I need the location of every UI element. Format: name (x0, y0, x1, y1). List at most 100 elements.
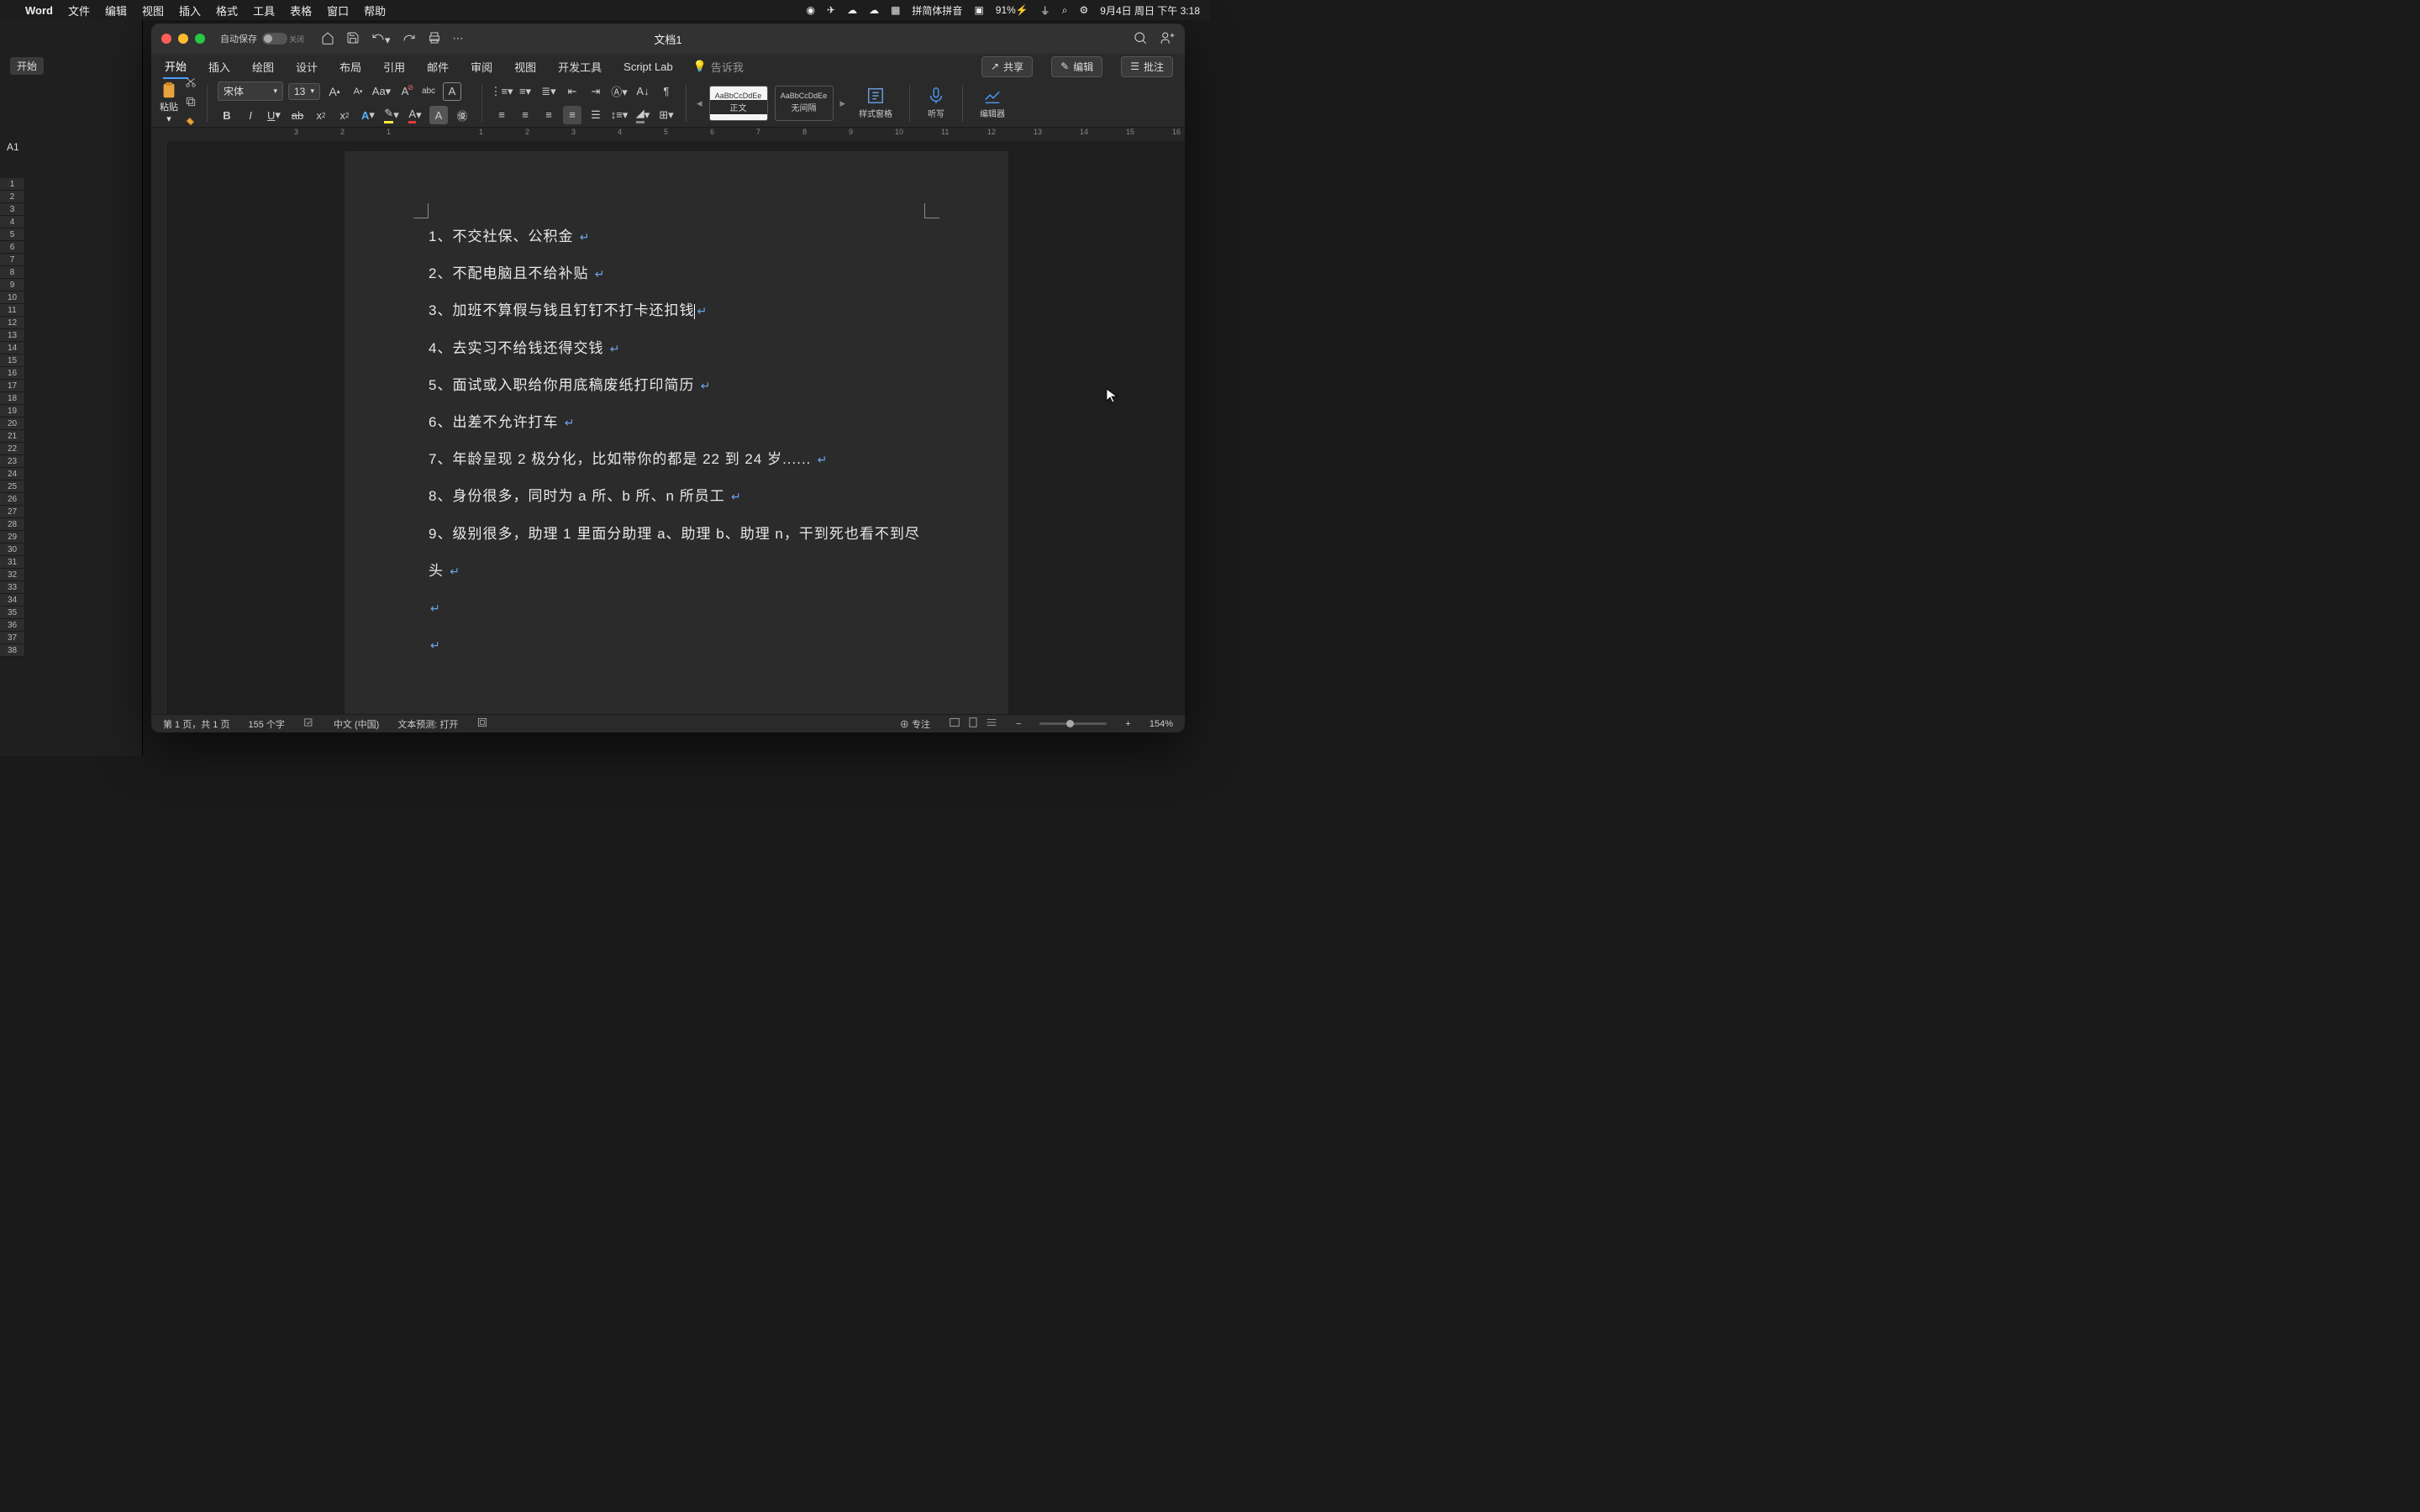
menu-file[interactable]: 文件 (68, 3, 90, 18)
datetime[interactable]: 9月4日 周日 下午 3:18 (1100, 3, 1200, 18)
app-name[interactable]: Word (25, 4, 53, 17)
horizontal-ruler[interactable]: /* ticks via JS below */ 321123456789101… (168, 128, 1185, 143)
excel-tab-home[interactable]: 开始 (10, 57, 44, 75)
doc-line[interactable]: 2、不配电脑且不给补贴 ↵ (429, 255, 924, 292)
doc-line[interactable]: 8、身份很多，同时为 a 所、b 所、n 所员工 ↵ (429, 478, 924, 515)
doc-line[interactable]: 1、不交社保、公积金 ↵ (429, 218, 924, 255)
font-color-icon[interactable]: A▾ (406, 106, 424, 124)
align-left-icon[interactable]: ≡ (492, 106, 511, 124)
style-normal[interactable]: AaBbCcDdEe 正文 (709, 86, 768, 121)
align-right-icon[interactable]: ≡ (539, 106, 558, 124)
comments-button[interactable]: ☰ 批注 (1121, 56, 1173, 77)
tab-scriptlab[interactable]: Script Lab (622, 57, 675, 76)
tab-layout[interactable]: 布局 (338, 55, 363, 78)
edit-mode-button[interactable]: ✎ 编辑 (1051, 56, 1102, 77)
view-print-icon[interactable] (967, 717, 979, 731)
decrease-indent-icon[interactable]: ⇤ (563, 82, 581, 101)
zoom-in-icon[interactable]: + (1125, 719, 1130, 729)
doc-line[interactable]: 9、级别很多，助理 1 里面分助理 a、助理 b、助理 n，干到死也看不到尽头 … (429, 516, 924, 590)
character-border-icon[interactable]: A (443, 82, 461, 101)
enclose-char-icon[interactable]: ㊝ (453, 106, 471, 124)
excel-cell-reference[interactable]: A1 (7, 141, 19, 153)
borders-icon[interactable]: ⊞▾ (657, 106, 676, 124)
tab-developer[interactable]: 开发工具 (556, 55, 603, 78)
wifi-icon[interactable]: ⏚ (1040, 3, 1050, 18)
status-spellcheck-icon[interactable] (303, 717, 315, 731)
bullets-icon[interactable]: ⋮≡▾ (492, 82, 511, 101)
print-icon[interactable] (428, 31, 441, 47)
italic-button[interactable]: I (241, 106, 260, 124)
styles-pane-button[interactable]: 样式窗格 (852, 87, 899, 119)
doc-line[interactable]: 3、加班不算假与钱且钉钉不打卡还扣钱↵ (429, 292, 924, 329)
ime-indicator[interactable]: 拼 简体拼音 (912, 3, 962, 18)
font-size-selector[interactable]: 13▾ (288, 83, 320, 100)
menu-format[interactable]: 格式 (216, 3, 238, 18)
phonetic-icon[interactable]: abc (419, 82, 438, 101)
align-center-icon[interactable]: ≡ (516, 106, 534, 124)
sort-icon[interactable]: A↓ (634, 82, 652, 101)
shading-icon[interactable]: ◢▾ (634, 106, 652, 124)
menu-help[interactable]: 帮助 (364, 3, 386, 18)
distribute-icon[interactable]: ☰ (587, 106, 605, 124)
status-language[interactable]: 中文 (中国) (334, 717, 379, 731)
zoom-out-icon[interactable]: − (1016, 719, 1021, 729)
doc-line[interactable]: 7、年龄呈现 2 极分化，比如带你的都是 22 到 24 岁...... ↵ (429, 441, 924, 478)
tab-review[interactable]: 审阅 (469, 55, 494, 78)
status-word-count[interactable]: 155 个字 (248, 717, 284, 731)
more-icon[interactable]: ⋯ (453, 32, 464, 45)
copy-icon[interactable] (185, 96, 197, 110)
text-effects-icon[interactable]: A▾ (359, 106, 377, 124)
spotlight-icon[interactable]: ⌕ (1062, 4, 1068, 17)
show-marks-icon[interactable]: ¶ (657, 82, 676, 101)
tab-references[interactable]: 引用 (381, 55, 407, 78)
zoom-slider[interactable] (1039, 722, 1107, 725)
justify-icon[interactable]: ≡ (563, 106, 581, 124)
multilevel-icon[interactable]: ≣▾ (539, 82, 558, 101)
zoom-level[interactable]: 154% (1150, 719, 1173, 729)
paste-button[interactable]: 粘贴▾ (160, 81, 178, 124)
doc-empty-line[interactable]: ↵ (429, 627, 924, 664)
tray-icon[interactable]: ▦ (891, 4, 900, 16)
document-page[interactable]: 1、不交社保、公积金 ↵ 2、不配电脑且不给补贴 ↵ 3、加班不算假与钱且钉钉不… (345, 151, 1008, 714)
view-read-icon[interactable] (949, 717, 960, 731)
change-case-icon[interactable]: Aa▾ (372, 82, 391, 101)
menu-insert[interactable]: 插入 (179, 3, 201, 18)
maximize-button[interactable] (195, 34, 205, 44)
doc-line[interactable]: 4、去实习不给钱还得交钱 ↵ (429, 330, 924, 367)
tab-insert[interactable]: 插入 (207, 55, 232, 78)
dictate-button[interactable]: 听写 (920, 87, 952, 119)
numbering-icon[interactable]: ≡▾ (516, 82, 534, 101)
doc-line[interactable]: 5、面试或入职给你用底稿废纸打印简历 ↵ (429, 367, 924, 404)
close-button[interactable] (161, 34, 171, 44)
record-icon[interactable]: ◉ (807, 4, 815, 16)
redo-icon[interactable] (402, 31, 416, 47)
tab-design[interactable]: 设计 (294, 55, 319, 78)
view-web-icon[interactable] (986, 717, 997, 731)
save-icon[interactable] (346, 31, 360, 47)
tell-me[interactable]: 💡 告诉我 (693, 59, 744, 75)
focus-mode-button[interactable]: ⊕ 专注 (900, 717, 930, 731)
style-no-spacing[interactable]: AaBbCcDdEe 无间隔 (775, 86, 834, 121)
status-page[interactable]: 第 1 页，共 1 页 (163, 717, 229, 731)
increase-font-icon[interactable]: A▴ (325, 82, 344, 101)
menu-table[interactable]: 表格 (290, 3, 312, 18)
telegram-icon[interactable]: ✈ (827, 4, 835, 16)
doc-line[interactable]: 6、出差不允许打车 ↵ (429, 404, 924, 441)
styles-prev-icon[interactable]: ◂ (697, 97, 702, 110)
decrease-font-icon[interactable]: A▾ (349, 82, 367, 101)
home-icon[interactable] (321, 31, 334, 47)
share-button[interactable]: ↗ 共享 (981, 56, 1033, 77)
tab-draw[interactable]: 绘图 (250, 55, 276, 78)
subscript-button[interactable]: x2 (312, 106, 330, 124)
doc-empty-line[interactable]: ↵ (429, 590, 924, 627)
status-macro-icon[interactable] (476, 717, 488, 731)
menu-window[interactable]: 窗口 (327, 3, 349, 18)
font-selector[interactable]: 宋体▾ (218, 81, 283, 101)
battery-indicator[interactable]: 91% ⚡ (996, 4, 1028, 16)
cut-icon[interactable] (185, 76, 197, 91)
autosave-toggle[interactable]: 自动保存 关闭 (220, 32, 304, 45)
minimize-button[interactable] (178, 34, 188, 44)
menu-view[interactable]: 视图 (142, 3, 164, 18)
menu-tools[interactable]: 工具 (253, 3, 275, 18)
char-shading-icon[interactable]: A (429, 106, 448, 124)
